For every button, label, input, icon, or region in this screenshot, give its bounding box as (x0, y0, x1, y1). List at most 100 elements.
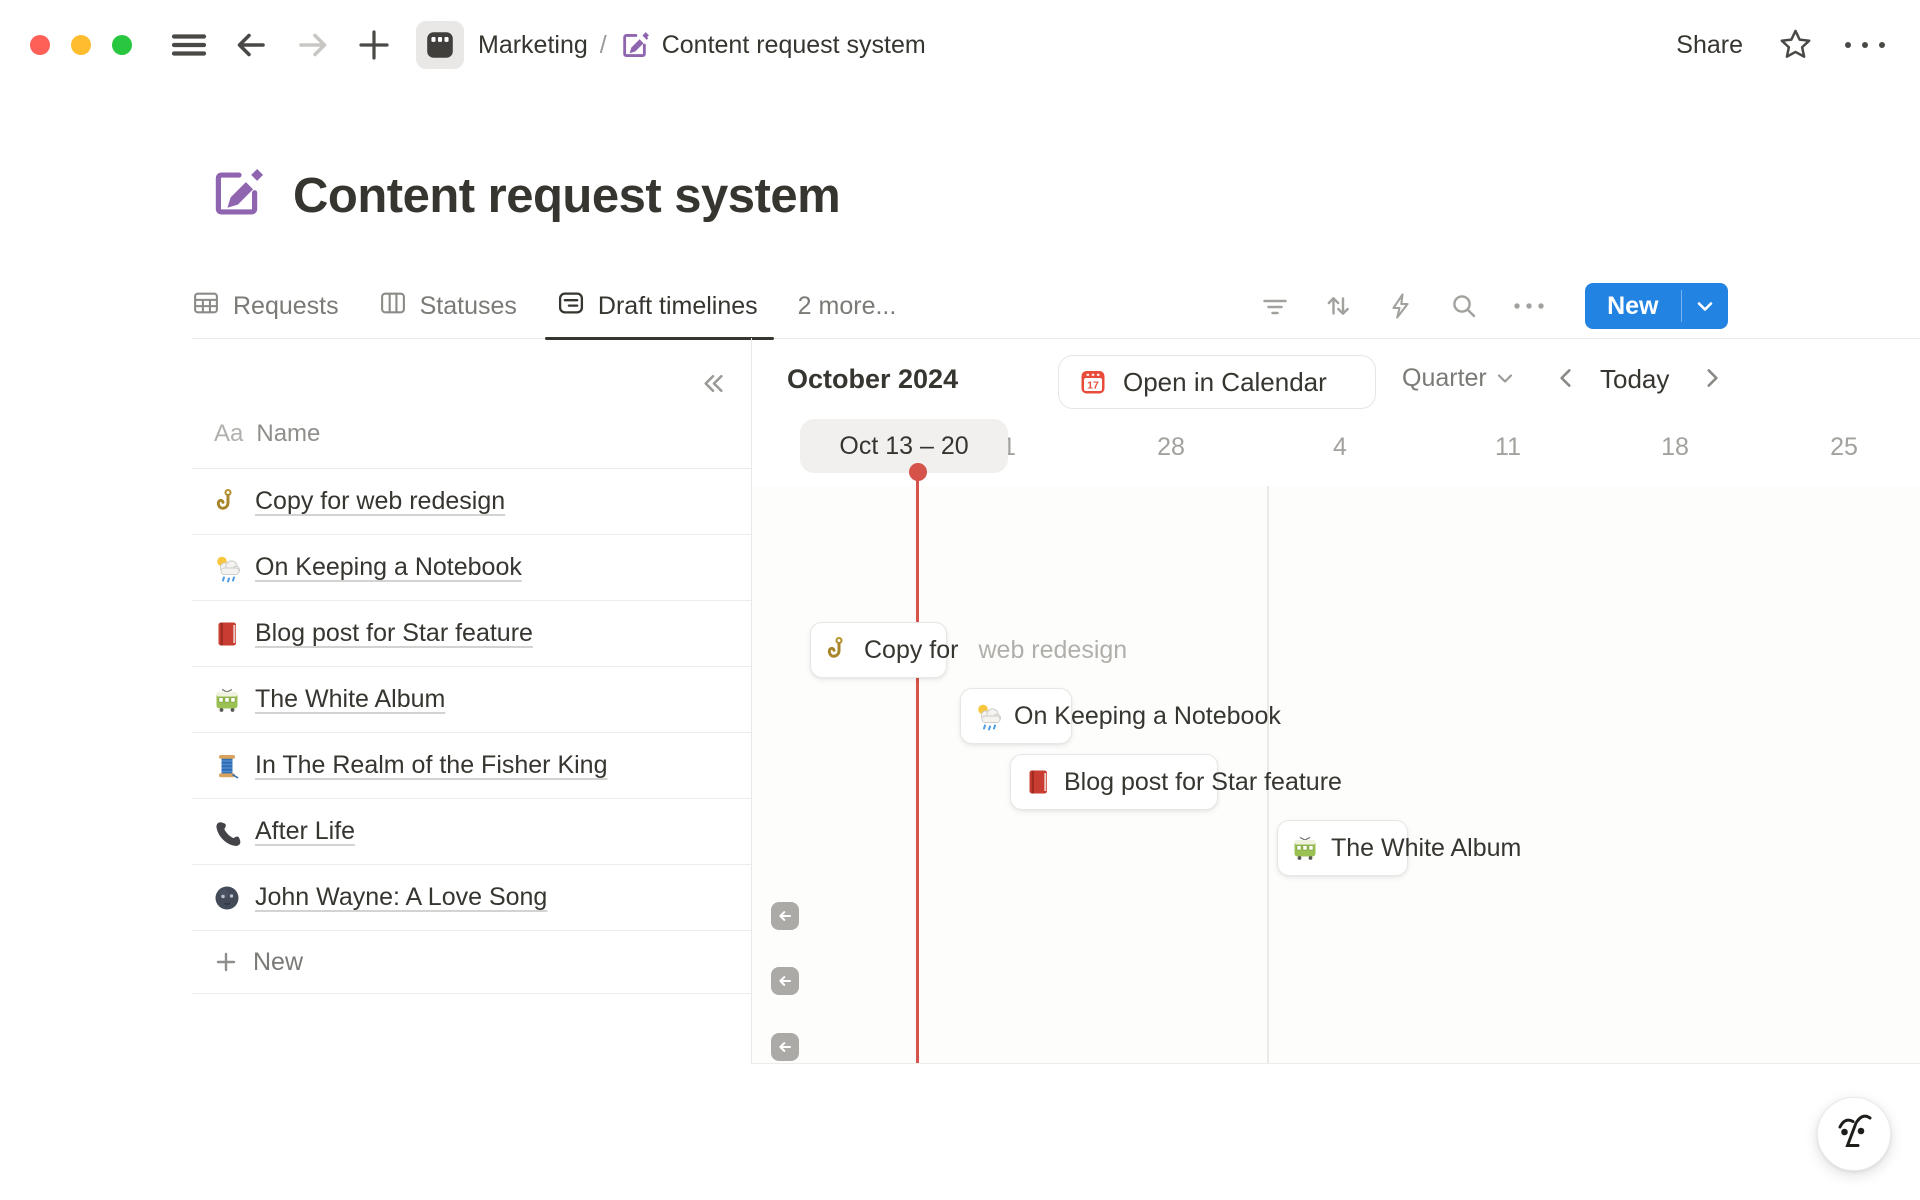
left-arrow-icon (775, 906, 795, 926)
calendar-17-icon: 17 (1078, 367, 1108, 397)
timeline-bar[interactable]: On Keeping a Notebook (960, 688, 1072, 744)
red-book-icon (1023, 767, 1053, 797)
timeline-month-label: October 2024 (787, 364, 958, 395)
tab-more[interactable]: 2 more... (798, 274, 897, 338)
notion-ai-button[interactable] (1817, 1097, 1891, 1171)
timeline-date-row: Oct 13 – 20 21284111825 (752, 419, 1920, 486)
timeline-bar[interactable]: The White Album (1277, 820, 1408, 876)
tab-draft-timelines[interactable]: Draft timelines (557, 274, 758, 338)
scroll-to-item-arrow[interactable] (771, 1033, 799, 1061)
timeline-range-pill: Oct 13 – 20 (800, 419, 1008, 473)
timeline-bar[interactable]: Copy forweb redesign (810, 622, 947, 678)
more-options-icon[interactable] (1842, 38, 1888, 52)
timeline-table-panel: Aa Name Copy for web redesign On Keeping … (192, 338, 752, 1064)
timeline-tick-label: 18 (1661, 433, 1689, 462)
timeline-today-button[interactable]: Today (1600, 364, 1669, 395)
column-type-icon: Aa (214, 420, 243, 448)
table-view-icon (192, 289, 220, 324)
sidebar-menu-icon[interactable] (170, 26, 208, 64)
name-column-header[interactable]: Aa Name (192, 400, 751, 469)
hook-icon (212, 487, 242, 517)
notion-ai-face-icon (1832, 1108, 1876, 1161)
sort-icon[interactable] (1323, 291, 1353, 321)
timeline-tick-label: 11 (1495, 433, 1521, 462)
minimize-window-button[interactable] (71, 35, 91, 55)
table-row[interactable]: Blog post for Star feature (192, 601, 751, 667)
sun-rain-cloud-icon (212, 553, 242, 583)
breadcrumb-separator: / (600, 31, 607, 60)
timeline-bar[interactable]: Blog post for Star feature (1010, 754, 1218, 810)
row-title[interactable]: John Wayne: A Love Song (255, 883, 547, 912)
table-new-row[interactable]: New (192, 931, 751, 994)
today-line (916, 474, 919, 1063)
window-titlebar: Marketing / Content request system Share (0, 0, 1920, 90)
table-row[interactable]: After Life (192, 799, 751, 865)
timeline-next-icon[interactable] (1700, 365, 1724, 396)
breadcrumb-page[interactable]: Content request system (662, 31, 926, 60)
tram-icon (1290, 833, 1320, 863)
phone-icon (212, 817, 242, 847)
tab-requests[interactable]: Requests (192, 274, 339, 338)
page-memo-icon (619, 30, 650, 61)
row-title[interactable]: Blog post for Star feature (255, 619, 533, 648)
tram-icon (212, 685, 242, 715)
table-row[interactable]: Copy for web redesign (192, 469, 751, 535)
table-row[interactable]: In The Realm of the Fisher King (192, 733, 751, 799)
scroll-to-item-arrow[interactable] (771, 902, 799, 930)
red-book-icon (212, 619, 242, 649)
view-options-icon[interactable] (1512, 301, 1546, 311)
thread-icon (212, 751, 242, 781)
automation-flash-icon[interactable] (1386, 291, 1416, 321)
page-title-memo-icon[interactable] (208, 165, 265, 227)
timeline-tick-label: 4 (1333, 433, 1347, 462)
board-view-icon (379, 289, 407, 324)
today-dot (909, 463, 927, 481)
row-title[interactable]: In The Realm of the Fisher King (255, 751, 608, 780)
new-tab-icon[interactable] (356, 27, 392, 63)
collapse-table-icon[interactable] (700, 370, 727, 402)
page-header: Content request system (208, 165, 840, 227)
chevron-down-icon (1497, 373, 1513, 384)
left-arrow-icon (775, 971, 795, 991)
scroll-to-item-arrow[interactable] (771, 967, 799, 995)
plus-icon (214, 950, 238, 974)
tab-statuses[interactable]: Statuses (379, 274, 517, 338)
forward-icon[interactable] (294, 26, 332, 64)
new-button[interactable]: New (1585, 283, 1728, 329)
left-arrow-icon (775, 1037, 795, 1057)
bar-title: Copy for (864, 636, 958, 665)
row-title[interactable]: After Life (255, 817, 355, 846)
table-row[interactable]: John Wayne: A Love Song (192, 865, 751, 931)
bar-title: The White Album (1331, 834, 1521, 863)
table-row[interactable]: On Keeping a Notebook (192, 535, 751, 601)
zoom-window-button[interactable] (112, 35, 132, 55)
new-button-chevron[interactable] (1682, 283, 1728, 329)
timeline-tick-label: 28 (1157, 433, 1185, 462)
search-icon[interactable] (1449, 291, 1479, 321)
row-title[interactable]: The White Album (255, 685, 445, 714)
close-window-button[interactable] (30, 35, 50, 55)
row-title[interactable]: Copy for web redesign (255, 487, 505, 516)
bar-title-overflow: web redesign (978, 636, 1127, 665)
favorite-star-icon[interactable] (1777, 27, 1814, 64)
bar-title: Blog post for Star feature (1064, 768, 1342, 797)
timeline-tick-label: 25 (1830, 433, 1858, 462)
teamspace-icon[interactable] (416, 21, 464, 69)
table-row[interactable]: The White Album (192, 667, 751, 733)
timeline-grid: Copy forweb redesignOn Keeping a Noteboo… (752, 486, 1920, 1064)
back-icon[interactable] (232, 26, 270, 64)
filter-icon[interactable] (1260, 291, 1290, 321)
timeline-zoom-select[interactable]: Quarter (1402, 364, 1513, 393)
hook-icon (823, 635, 853, 665)
timeline-view-icon (557, 289, 585, 324)
new-button-label[interactable]: New (1585, 283, 1680, 329)
page-title[interactable]: Content request system (293, 168, 840, 224)
table-rows: Copy for web redesign On Keeping a Notebo… (192, 469, 751, 994)
timeline-prev-icon[interactable] (1554, 365, 1578, 396)
share-button[interactable]: Share (1676, 31, 1743, 60)
breadcrumb-workspace[interactable]: Marketing (478, 31, 588, 60)
timeline-view: October 2024 17 Open in Calendar Quarter… (752, 338, 1920, 1064)
row-title[interactable]: On Keeping a Notebook (255, 553, 522, 582)
open-in-calendar-button[interactable]: 17 Open in Calendar (1058, 355, 1376, 409)
moon-face-icon (212, 883, 242, 913)
